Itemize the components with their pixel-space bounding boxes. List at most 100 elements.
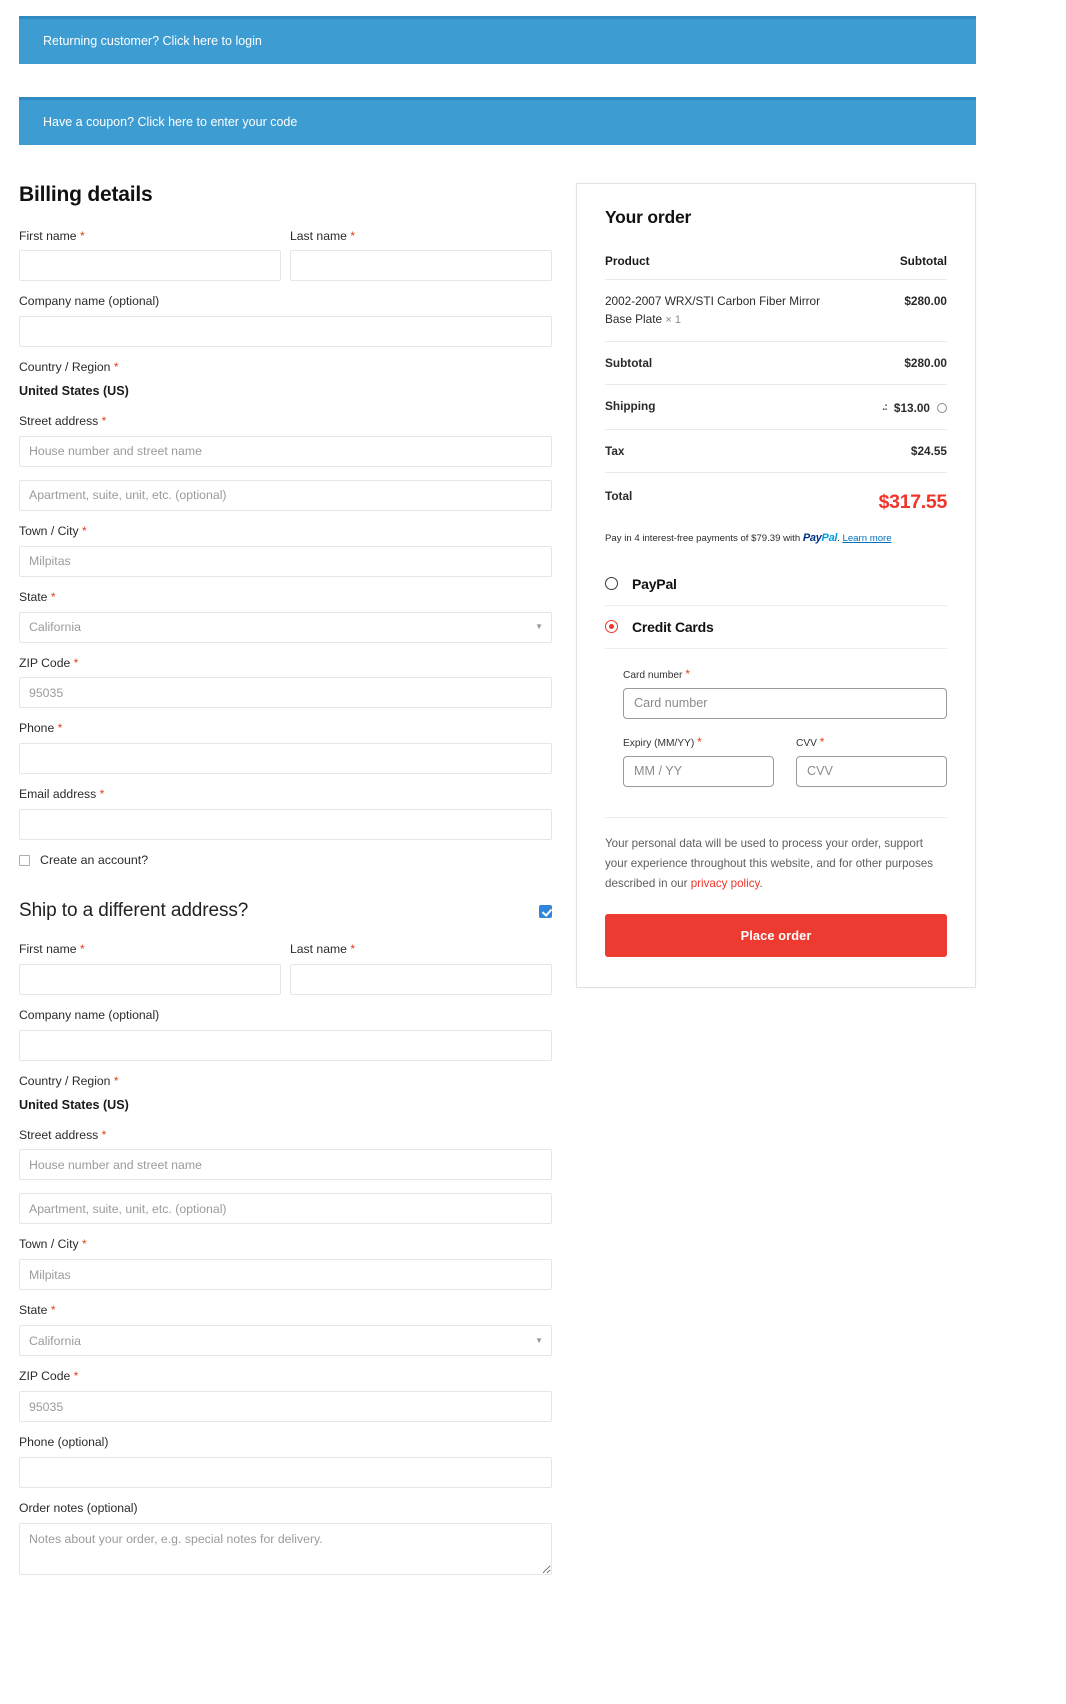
ship-different-title: Ship to a different address?	[19, 900, 249, 922]
order-table-header: Product Subtotal	[605, 253, 947, 280]
order-subtotal-label: Subtotal	[605, 341, 821, 386]
card-cvv-label: CVV *	[796, 735, 947, 749]
place-order-button[interactable]: Place order	[605, 913, 947, 957]
order-notes-textarea[interactable]	[19, 1522, 552, 1575]
billing-country-label-text: Country / Region	[19, 360, 111, 375]
billing-email-input[interactable]	[19, 809, 552, 841]
order-table: Product Subtotal 2002-2007 WRX/STI Carbo…	[605, 253, 947, 522]
billing-first-name-input[interactable]	[19, 250, 281, 282]
shipping-zip-field: ZIP Code *	[19, 1369, 552, 1423]
billing-email-label: Email address *	[19, 787, 552, 803]
coupon-notice-text[interactable]: Have a coupon? Click here to enter your …	[43, 115, 297, 129]
shipping-city-label: Town / City *	[19, 1237, 552, 1253]
card-expiry-label: Expiry (MM/YY) *	[623, 735, 774, 749]
billing-last-name-label: Last name *	[290, 229, 552, 245]
paypal-radio[interactable]	[605, 577, 618, 591]
billing-city-input[interactable]	[19, 545, 552, 577]
card-number-label: Card number *	[623, 667, 947, 681]
card-expiry-cvv-row: Expiry (MM/YY) * CVV *	[623, 735, 947, 787]
shipping-zip-label: ZIP Code *	[19, 1369, 552, 1385]
privacy-notice-text: Your personal data will be used to proce…	[605, 836, 934, 890]
billing-state-select[interactable]	[19, 611, 552, 643]
checkout-page: Returning customer? Click here to login …	[0, 16, 1066, 1588]
required-asterisk: *	[697, 734, 702, 749]
billing-last-name-input[interactable]	[290, 250, 552, 282]
card-number-input[interactable]	[623, 687, 947, 719]
paypal-logo: PayPal	[803, 532, 838, 545]
billing-phone-field: Phone *	[19, 721, 552, 775]
billing-column: Billing details First name * Last name *	[19, 183, 552, 1588]
billing-company-input[interactable]	[19, 316, 552, 348]
shipping-prefix: .:	[882, 401, 888, 414]
billing-country-value: United States (US)	[19, 384, 129, 399]
coupon-notice-bar[interactable]: Have a coupon? Click here to enter your …	[19, 96, 976, 145]
billing-email-label-text: Email address	[19, 787, 97, 802]
create-account-label: Create an account?	[40, 853, 149, 868]
ship-different-checkbox[interactable]	[539, 904, 552, 918]
order-notes-field: Order notes (optional)	[19, 1501, 552, 1575]
shipping-street2-field	[19, 1193, 552, 1225]
shipping-street-label-text: Street address	[19, 1127, 99, 1142]
form-divider	[605, 816, 947, 818]
shipping-last-name-input[interactable]	[290, 963, 552, 995]
shipping-company-input[interactable]	[19, 1029, 552, 1061]
credit-cards-radio[interactable]	[605, 620, 618, 634]
shipping-state-select[interactable]	[19, 1325, 552, 1357]
order-column: Your order Product Subtotal 2002-2007 WR…	[576, 182, 976, 988]
paypal-learn-more-link[interactable]: Learn more	[843, 533, 892, 544]
card-cvv-label-text: CVV	[796, 737, 817, 749]
required-asterisk: *	[99, 787, 105, 802]
card-expiry-input[interactable]	[623, 755, 774, 787]
billing-street2-input[interactable]	[19, 479, 552, 511]
billing-street-input[interactable]	[19, 435, 552, 467]
billing-phone-label-text: Phone	[19, 721, 55, 736]
credit-card-form: Card number * Expiry (MM/YY) *	[605, 649, 947, 791]
billing-company-label: Company name (optional)	[19, 294, 160, 309]
billing-last-name-field: Last name *	[290, 229, 552, 282]
shipping-company-label: Company name (optional)	[19, 1007, 160, 1022]
billing-zip-input[interactable]	[19, 677, 552, 709]
payment-method-credit-cards[interactable]: Credit Cards	[605, 606, 947, 649]
card-expiry-label-text: Expiry (MM/YY)	[623, 737, 695, 749]
shipping-zip-input[interactable]	[19, 1391, 552, 1423]
card-cvv-input[interactable]	[796, 755, 947, 787]
shipping-city-input[interactable]	[19, 1259, 552, 1291]
shipping-country-label: Country / Region *	[19, 1074, 552, 1090]
billing-street-label: Street address *	[19, 414, 552, 430]
order-total-row: Total $317.55	[605, 473, 947, 522]
privacy-notice-end: .	[759, 876, 763, 890]
shipping-street-label: Street address *	[19, 1128, 552, 1144]
required-asterisk: *	[350, 942, 355, 957]
card-expiry-field: Expiry (MM/YY) *	[623, 735, 774, 787]
shipping-street-input[interactable]	[19, 1149, 552, 1181]
billing-state-label: State *	[19, 590, 552, 606]
privacy-policy-link[interactable]: privacy policy	[691, 877, 760, 890]
shipping-street2-input[interactable]	[19, 1193, 552, 1225]
shipping-option-radio[interactable]	[937, 402, 947, 413]
shipping-state-select-wrap: ▼	[19, 1325, 552, 1357]
paypal-logo-pal: Pal	[821, 532, 838, 545]
required-asterisk: *	[819, 734, 825, 749]
billing-country-field: Country / Region * United States (US)	[19, 360, 552, 401]
order-shipping-cell: .: $13.00	[820, 384, 947, 430]
col-product-header: Product	[605, 253, 821, 280]
checkout-columns: Billing details First name * Last name *	[0, 182, 1066, 1588]
login-notice-text[interactable]: Returning customer? Click here to login	[43, 34, 262, 48]
payment-method-paypal[interactable]: PayPal	[605, 563, 947, 606]
shipping-street-field: Street address *	[19, 1128, 552, 1181]
create-account-checkbox[interactable]	[19, 855, 30, 867]
required-asterisk: *	[113, 1073, 119, 1088]
shipping-phone-input[interactable]	[19, 1456, 552, 1488]
ship-different-header[interactable]: Ship to a different address?	[19, 900, 552, 922]
billing-zip-label: ZIP Code *	[19, 656, 552, 672]
billing-street-label-text: Street address	[19, 413, 99, 428]
shipping-first-name-input[interactable]	[19, 963, 281, 995]
order-shipping-label: Shipping	[605, 384, 821, 430]
create-account-row[interactable]: Create an account?	[19, 853, 552, 867]
shipping-name-row: First name * Last name *	[19, 942, 552, 1008]
shipping-option[interactable]: .: $13.00	[882, 399, 947, 417]
shipping-zip-label-text: ZIP Code	[19, 1369, 71, 1384]
login-notice-bar[interactable]: Returning customer? Click here to login	[19, 16, 976, 64]
paypal-method-label: PayPal	[632, 575, 677, 592]
billing-phone-input[interactable]	[19, 743, 552, 775]
